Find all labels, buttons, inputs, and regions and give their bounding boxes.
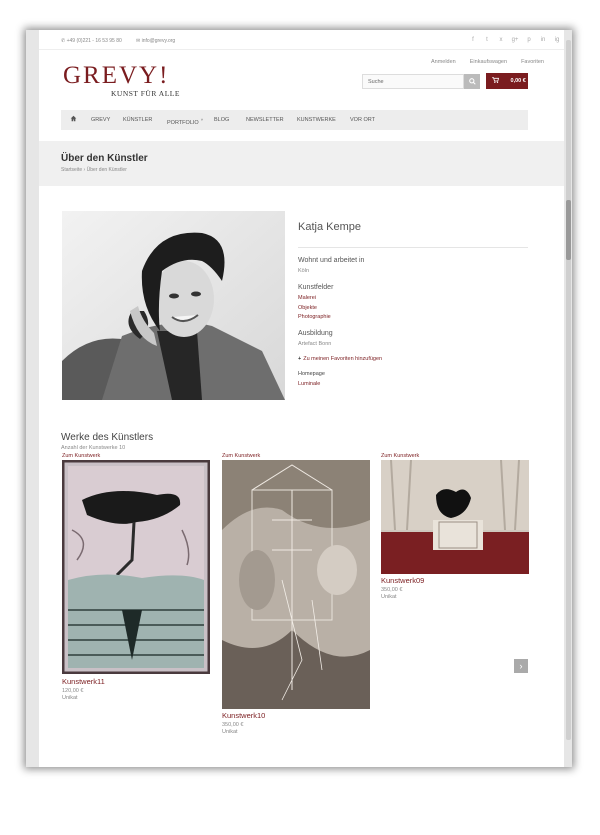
nav-item-vor-ort[interactable]: VOR ORT [350, 117, 375, 123]
browser-window: ✆ +49 (0)221 - 16 53 95 80 ✉ info@grevy.… [26, 30, 572, 767]
nav-item-kunstwerke[interactable]: KUNSTWERKE [297, 117, 336, 123]
search-input[interactable]: Suche [362, 74, 464, 89]
field-link-malerei[interactable]: Malerei [298, 295, 316, 301]
work-type-1: Unikat [62, 695, 78, 701]
add-favorite-link[interactable]: + Zu meinen Favoriten hinzufügen [298, 356, 382, 362]
field-link-photographie[interactable]: Photographie [298, 314, 331, 320]
artwork-image-2[interactable] [222, 460, 370, 709]
search-button[interactable] [464, 74, 480, 89]
cart-button[interactable]: 0,00 € [486, 73, 528, 89]
carousel-next-button[interactable]: › [514, 659, 528, 673]
social-links: f t x g+ p in ig [466, 37, 564, 43]
breadcrumb-separator: › [83, 167, 86, 173]
work-type-3: Unikat [381, 594, 397, 600]
chevron-down-icon: ˅ [200, 117, 204, 122]
nav-item-newsletter[interactable]: NEWSLETTER [246, 117, 284, 123]
work-type-2: Unikat [222, 729, 238, 735]
homepage-label: Homepage [298, 371, 325, 377]
login-link[interactable]: Anmelden [431, 59, 456, 65]
artist-portrait [62, 211, 285, 400]
page-header: Über den Künstler Startseite › Über den … [39, 141, 564, 186]
breadcrumb-current: Über den Künstler [86, 167, 127, 173]
scrollbar-track[interactable] [566, 40, 571, 740]
account-links: Anmelden Einkaufswagen Favoriten [431, 59, 544, 65]
works-count: Anzahl der Kunstwerke 10 [61, 445, 126, 451]
artwork-image-1[interactable] [62, 460, 210, 674]
lives-label: Wohnt und arbeitet in [298, 257, 365, 264]
works-title: Werke des Künstlers [61, 432, 154, 443]
work-name-3[interactable]: Kunstwerk09 [381, 576, 424, 585]
chevron-right-icon: › [519, 661, 523, 671]
phone-text: ✆ +49 (0)221 - 16 53 95 80 [61, 38, 122, 44]
window-frame-left [26, 30, 39, 767]
nav-item-portfolio[interactable]: PORTFOLIO˅ [167, 117, 203, 126]
nav-item-portfolio-label: PORTFOLIO [167, 120, 199, 126]
page-content: ✆ +49 (0)221 - 16 53 95 80 ✉ info@grevy.… [39, 30, 564, 767]
scrollbar-thumb[interactable] [566, 200, 571, 260]
pinterest-icon[interactable]: p [522, 37, 536, 43]
instagram-icon[interactable]: ig [550, 37, 564, 43]
email-text[interactable]: ✉ info@grevy.org [136, 38, 175, 44]
site-slogan: KUNST FÜR ALLE [111, 89, 180, 98]
work-price-2: 350,00 € [222, 722, 244, 728]
cart-icon [492, 77, 500, 83]
work-link-3[interactable]: Zum Kunstwerk [381, 453, 419, 459]
lives-value: Köln [298, 268, 310, 274]
fields-label: Kunstfelder [298, 284, 334, 291]
main-nav: GREVY KÜNSTLER PORTFOLIO˅ BLOG NEWSLETTE… [61, 110, 528, 130]
education-value: Artefact Bonn [298, 341, 332, 347]
plus-icon: + [298, 356, 302, 362]
nav-item-blog[interactable]: BLOG [214, 117, 229, 123]
topbar: ✆ +49 (0)221 - 16 53 95 80 ✉ info@grevy.… [39, 30, 564, 50]
googleplus-icon[interactable]: g+ [508, 37, 522, 43]
breadcrumb: Startseite › Über den Künstler [61, 167, 127, 173]
homepage-link[interactable]: Luminale [298, 381, 320, 387]
nav-item-grevy[interactable]: GREVY [91, 117, 110, 123]
divider [298, 247, 528, 248]
artist-name: Katja Kempe [298, 221, 361, 233]
page-title: Über den Künstler [61, 153, 148, 164]
work-price-1: 120,00 € [62, 688, 84, 694]
email-address[interactable]: info@grevy.org [142, 38, 176, 44]
twitter-icon[interactable]: t [480, 37, 494, 43]
xing-icon[interactable]: x [494, 37, 508, 43]
work-price-3: 350,00 € [381, 587, 403, 593]
add-favorite-label: Zu meinen Favoriten hinzufügen [303, 356, 383, 362]
home-icon[interactable] [70, 115, 77, 124]
work-name-2[interactable]: Kunstwerk10 [222, 711, 265, 720]
search-icon [468, 78, 476, 85]
cart-total: 0,00 € [510, 78, 526, 84]
linkedin-icon[interactable]: in [536, 37, 550, 43]
favorites-link[interactable]: Favoriten [521, 59, 544, 65]
education-label: Ausbildung [298, 330, 333, 337]
phone-number: +49 (0)221 - 16 53 95 80 [66, 38, 122, 44]
cart-link[interactable]: Einkaufswagen [470, 59, 507, 65]
site-logo[interactable]: GREVY! [63, 62, 169, 90]
facebook-icon[interactable]: f [466, 37, 480, 43]
work-link-2[interactable]: Zum Kunstwerk [222, 453, 260, 459]
breadcrumb-home[interactable]: Startseite [61, 167, 82, 173]
work-link-1[interactable]: Zum Kunstwerk [62, 453, 100, 459]
nav-item-kuenstler[interactable]: KÜNSTLER [123, 117, 152, 123]
artwork-image-3[interactable] [381, 460, 529, 574]
field-link-objekte[interactable]: Objekte [298, 305, 317, 311]
work-name-1[interactable]: Kunstwerk11 [62, 677, 105, 686]
